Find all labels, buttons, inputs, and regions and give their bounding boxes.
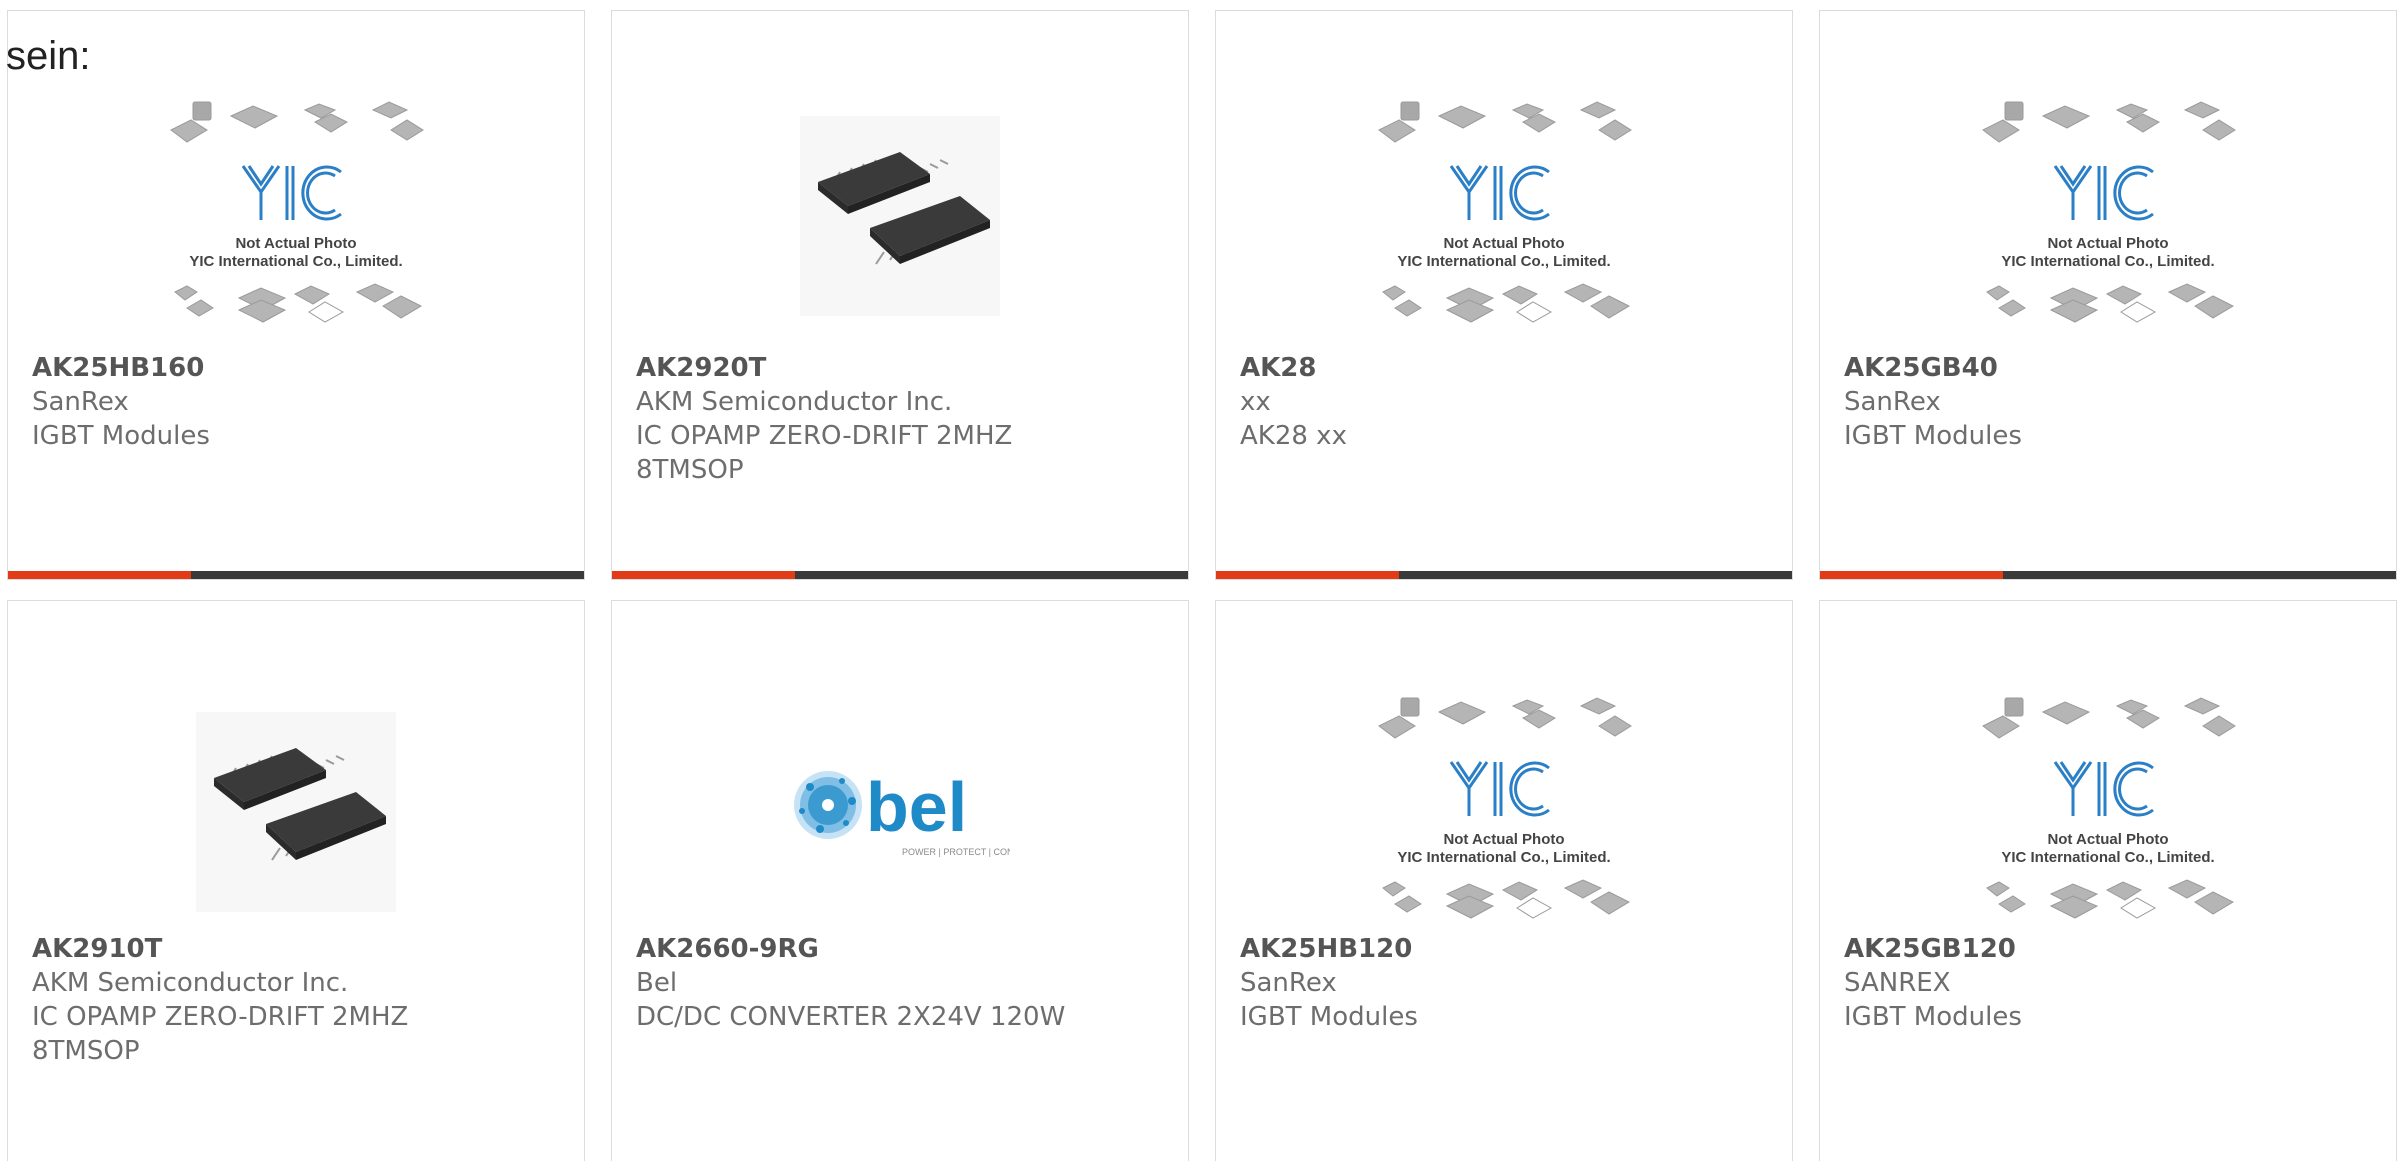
product-info: AK25GB120 SANREX IGBT Modules [1844, 932, 2372, 1034]
part-number[interactable]: AK2920T [636, 351, 1164, 385]
product-info: AK2660-9RG Bel DC/DC CONVERTER 2X24V 120… [636, 932, 1164, 1034]
svg-text:YIC International Co., Limited: YIC International Co., Limited. [1397, 849, 1610, 866]
product-info: AK2920T AKM Semiconductor Inc. IC OPAMP … [636, 351, 1164, 487]
svg-text:Not Actual Photo: Not Actual Photo [2047, 831, 2168, 848]
part-number[interactable]: AK25HB160 [32, 351, 560, 385]
bel-logo-icon: bel POWER | PROTECT | CONNECT [794, 768, 1010, 857]
product-image[interactable] [8, 687, 584, 937]
description: IC OPAMP ZERO-DRIFT 2MHZ 8TMSOP [636, 421, 1013, 485]
part-number[interactable]: AK25HB120 [1240, 932, 1768, 966]
product-card[interactable]: Not Actual Photo YIC International Co., … [1215, 600, 1793, 1161]
manufacturer: AKM Semiconductor Inc. [32, 968, 349, 998]
product-info: AK25HB160 SanRex IGBT Modules [32, 351, 560, 453]
yic-placeholder-icon: Not Actual Photo YIC International Co., … [1982, 697, 2236, 919]
manufacturer: SANREX [1844, 968, 1951, 998]
product-card[interactable]: AK2920T AKM Semiconductor Inc. IC OPAMP … [611, 10, 1189, 580]
manufacturer: SanRex [1844, 387, 1941, 417]
description: IGBT Modules [1844, 1002, 2022, 1032]
svg-text:POWER | PROTECT | CONNECT: POWER | PROTECT | CONNECT [902, 847, 1010, 857]
yic-placeholder-icon: Not Actual Photo YIC International Co., … [1378, 101, 1632, 323]
description: IC OPAMP ZERO-DRIFT 2MHZ 8TMSOP [32, 1002, 409, 1066]
card-accent-bar [1216, 571, 1792, 579]
manufacturer: Bel [636, 968, 678, 998]
product-grid-page: sein: Not Actual Photo YIC International… [0, 0, 2400, 1161]
description: DC/DC CONVERTER 2X24V 120W [636, 1002, 1066, 1032]
product-image[interactable]: Not Actual Photo YIC International Co., … [1216, 91, 1792, 341]
product-image[interactable]: Not Actual Photo YIC International Co., … [8, 91, 584, 341]
description: IGBT Modules [1844, 421, 2022, 451]
card-accent-bar [612, 571, 1188, 579]
manufacturer: SanRex [32, 387, 129, 417]
svg-text:YIC International Co., Limited: YIC International Co., Limited. [2001, 849, 2214, 866]
manufacturer: xx [1240, 387, 1271, 417]
description: AK28 xx [1240, 421, 1347, 451]
product-image[interactable]: bel POWER | PROTECT | CONNECT [612, 687, 1188, 937]
manufacturer: SanRex [1240, 968, 1337, 998]
svg-text:YIC International Co., Limited: YIC International Co., Limited. [189, 253, 402, 270]
product-info: AK2910T AKM Semiconductor Inc. IC OPAMP … [32, 932, 560, 1068]
part-number[interactable]: AK28 [1240, 351, 1768, 385]
manufacturer: AKM Semiconductor Inc. [636, 387, 953, 417]
yic-placeholder-icon: Not Actual Photo YIC International Co., … [1378, 697, 1632, 919]
product-card[interactable]: Not Actual Photo YIC International Co., … [7, 10, 585, 580]
product-info: AK25GB40 SanRex IGBT Modules [1844, 351, 2372, 453]
tmsop-chip-icon [196, 712, 396, 912]
lead-text: sein: [6, 34, 91, 78]
description: IGBT Modules [1240, 1002, 1418, 1032]
svg-text:Not Actual Photo: Not Actual Photo [1443, 831, 1564, 848]
svg-text:bel: bel [866, 768, 967, 846]
description: IGBT Modules [32, 421, 210, 451]
product-card[interactable]: Not Actual Photo YIC International Co., … [1215, 10, 1793, 580]
product-image[interactable]: Not Actual Photo YIC International Co., … [1216, 687, 1792, 937]
product-image[interactable]: Not Actual Photo YIC International Co., … [1820, 91, 2396, 341]
product-card[interactable]: AK2910T AKM Semiconductor Inc. IC OPAMP … [7, 600, 585, 1161]
part-number[interactable]: AK25GB40 [1844, 351, 2372, 385]
product-card[interactable]: bel POWER | PROTECT | CONNECT AK2660-9RG… [611, 600, 1189, 1161]
product-info: AK28 xx AK28 xx [1240, 351, 1768, 453]
tmsop-chip-icon [800, 116, 1000, 316]
part-number[interactable]: AK2660-9RG [636, 932, 1164, 966]
product-image[interactable] [612, 91, 1188, 341]
svg-text:Not Actual Photo: Not Actual Photo [1443, 235, 1564, 252]
svg-text:Not Actual Photo: Not Actual Photo [2047, 235, 2168, 252]
svg-text:YIC International Co., Limited: YIC International Co., Limited. [1397, 253, 1610, 270]
yic-placeholder-icon: Not Actual Photo YIC International Co., … [1982, 101, 2236, 323]
card-accent-bar [1820, 571, 2396, 579]
product-info: AK25HB120 SanRex IGBT Modules [1240, 932, 1768, 1034]
part-number[interactable]: AK25GB120 [1844, 932, 2372, 966]
yic-placeholder-icon: Not Actual Photo YIC International Co., … [170, 101, 424, 323]
part-number[interactable]: AK2910T [32, 932, 560, 966]
product-card[interactable]: Not Actual Photo YIC International Co., … [1819, 600, 2397, 1161]
svg-text:YIC International Co., Limited: YIC International Co., Limited. [2001, 253, 2214, 270]
product-card[interactable]: Not Actual Photo YIC International Co., … [1819, 10, 2397, 580]
card-accent-bar [8, 571, 584, 579]
product-image[interactable]: Not Actual Photo YIC International Co., … [1820, 687, 2396, 937]
svg-text:Not Actual Photo: Not Actual Photo [235, 235, 356, 252]
